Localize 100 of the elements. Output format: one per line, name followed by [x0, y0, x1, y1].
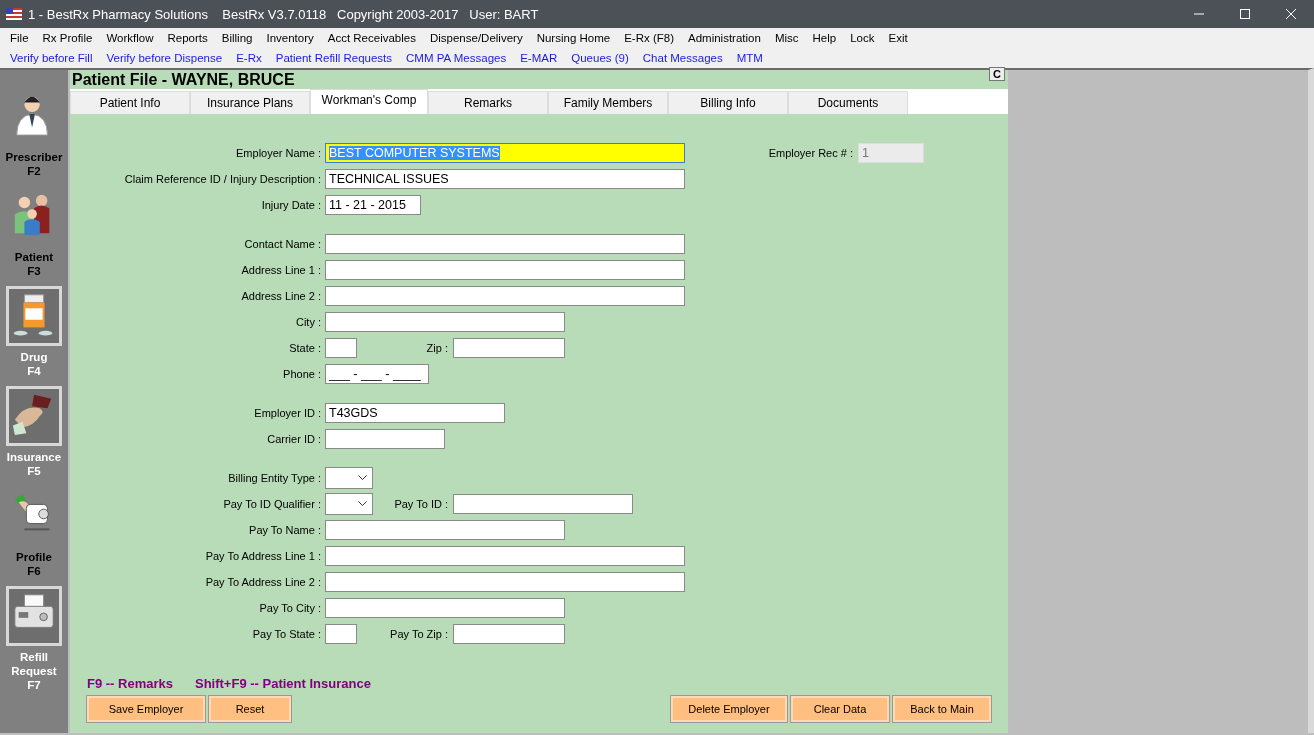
tab[interactable]: Patient Info	[70, 91, 190, 114]
field-label: Pay To State :	[251, 628, 322, 640]
field-label: Billing Entity Type :	[227, 472, 322, 484]
field-label: Employer Name :	[235, 147, 322, 159]
input-field[interactable]	[325, 624, 357, 644]
menu-item[interactable]: E-Rx (F8)	[617, 32, 681, 44]
menu-item[interactable]: Help	[805, 32, 844, 44]
input-field[interactable]	[325, 520, 565, 540]
tab[interactable]: Billing Info	[668, 91, 788, 114]
menu-item[interactable]: Workflow	[99, 32, 161, 44]
quick-link[interactable]: CMM PA Messages	[399, 52, 514, 64]
shortcut-key: F3	[27, 264, 41, 278]
quick-link[interactable]: Chat Messages	[635, 52, 730, 64]
sidebar-label: Patient	[14, 250, 54, 264]
menu-item[interactable]: Exit	[881, 32, 915, 44]
input-field[interactable]	[325, 234, 685, 254]
shortcut-key: F4	[27, 364, 41, 378]
tab[interactable]: Insurance Plans	[190, 91, 310, 114]
shortcut-hint: Shift+F9 -- Patient Insurance	[195, 676, 371, 691]
field-label: Pay To Name :	[248, 524, 322, 536]
action-button[interactable]: Back to Main	[892, 695, 992, 723]
shortcut-key: F6	[27, 564, 41, 578]
shortcut-key: F7	[27, 678, 41, 692]
sidebar-button[interactable]	[6, 586, 62, 646]
quick-link[interactable]: Patient Refill Requests	[268, 52, 400, 64]
menu-item[interactable]: Rx Profile	[35, 32, 100, 44]
quick-link[interactable]: E-MAR	[513, 52, 565, 64]
quick-link[interactable]: E-Rx	[229, 52, 269, 64]
field-label: Claim Reference ID / Injury Description :	[123, 173, 322, 185]
tab[interactable]: Family Members	[548, 91, 668, 114]
input-field[interactable]	[325, 546, 685, 566]
quick-link[interactable]: MTM	[729, 52, 770, 64]
field-label: State :	[288, 342, 322, 354]
field-label: Pay To ID Qualifier :	[222, 498, 322, 510]
tab[interactable]: Remarks	[428, 91, 548, 114]
action-button[interactable]: Reset	[208, 695, 292, 723]
dropdown[interactable]	[325, 467, 373, 489]
field-label: Employer Rec # :	[767, 147, 854, 159]
menu-item[interactable]: Nursing Home	[529, 32, 618, 44]
field-label: Address Line 2 :	[240, 290, 322, 302]
maximize-icon	[1240, 9, 1250, 19]
quick-link[interactable]: Verify before Fill	[3, 52, 100, 64]
tab[interactable]: Workman's Comp	[310, 89, 428, 114]
action-button[interactable]: Delete Employer	[670, 695, 788, 723]
field-label: Zip :	[425, 342, 449, 354]
field-label: Carrier ID :	[266, 433, 322, 445]
sidebar-label: Prescriber	[5, 150, 63, 164]
input-field[interactable]	[453, 338, 565, 358]
flag-icon	[6, 8, 22, 20]
menu-item[interactable]: Billing	[214, 32, 260, 44]
field-label: Phone :	[282, 368, 322, 380]
sidebar-label: Refill Request	[10, 650, 58, 678]
menu-item[interactable]: Acct Receivables	[320, 32, 423, 44]
sidebar-button[interactable]	[6, 386, 62, 446]
field-label: Pay To City :	[258, 602, 322, 614]
action-button[interactable]: Save Employer	[86, 695, 206, 723]
shortcut-key: F5	[27, 464, 41, 478]
field-label: Injury Date :	[260, 199, 322, 211]
sidebar-button[interactable]	[6, 286, 62, 346]
shortcut-key: F2	[27, 164, 41, 178]
shortcut-hint: F9 -- Remarks	[87, 676, 173, 691]
input-field[interactable]	[453, 624, 565, 644]
field-label: Employer ID :	[253, 407, 322, 419]
dropdown[interactable]	[325, 493, 373, 515]
menu-item[interactable]: Inventory	[259, 32, 321, 44]
input-field[interactable]	[325, 260, 685, 280]
input-field[interactable]: T43GDS	[325, 403, 505, 423]
sidebar-label: Insurance	[6, 450, 62, 464]
input-field[interactable]	[325, 338, 357, 358]
menu-item[interactable]: Reports	[160, 32, 215, 44]
input-field[interactable]	[453, 494, 633, 514]
sidebar-label: Profile	[16, 550, 52, 564]
sidebar-label: Drug	[20, 350, 48, 364]
menu-item[interactable]: File	[3, 32, 36, 44]
window-title: 1 - BestRx Pharmacy Solutions BestRx V3.7.0118 Copyright 2003-2017 User: BART	[28, 6, 539, 22]
quick-link[interactable]: Queues (9)	[564, 52, 636, 64]
panel-title: Patient File - WAYNE, BRUCE	[72, 70, 296, 89]
field-label: City :	[294, 316, 322, 328]
menu-item[interactable]: Dispense/Delivery	[422, 32, 530, 44]
field-label: Pay To ID :	[393, 498, 449, 510]
quick-link[interactable]: Verify before Dispense	[99, 52, 230, 64]
input-field[interactable]	[325, 572, 685, 592]
chevron-down-icon	[358, 501, 367, 507]
field-label: Pay To Address Line 2 :	[204, 576, 322, 588]
input-field[interactable]: 11 - 21 - 2015	[325, 195, 421, 215]
input-field[interactable]	[325, 286, 685, 306]
action-button[interactable]: Clear Data	[790, 695, 890, 723]
menu-item[interactable]: Administration	[681, 32, 768, 44]
input-field[interactable]: ___ - ___ - ____	[325, 364, 429, 384]
menu-item[interactable]: Misc	[767, 32, 806, 44]
input-field[interactable]	[325, 429, 445, 449]
field-label: Address Line 1 :	[240, 264, 322, 276]
chevron-down-icon	[358, 475, 367, 481]
menu-item[interactable]: Lock	[843, 32, 882, 44]
input-field[interactable]	[325, 312, 565, 332]
input-field[interactable]: TECHNICAL ISSUES	[325, 169, 685, 189]
tab[interactable]: Documents	[788, 91, 908, 114]
field-label: Contact Name :	[243, 238, 322, 250]
input-field[interactable]	[325, 598, 565, 618]
close-icon	[1286, 9, 1296, 19]
